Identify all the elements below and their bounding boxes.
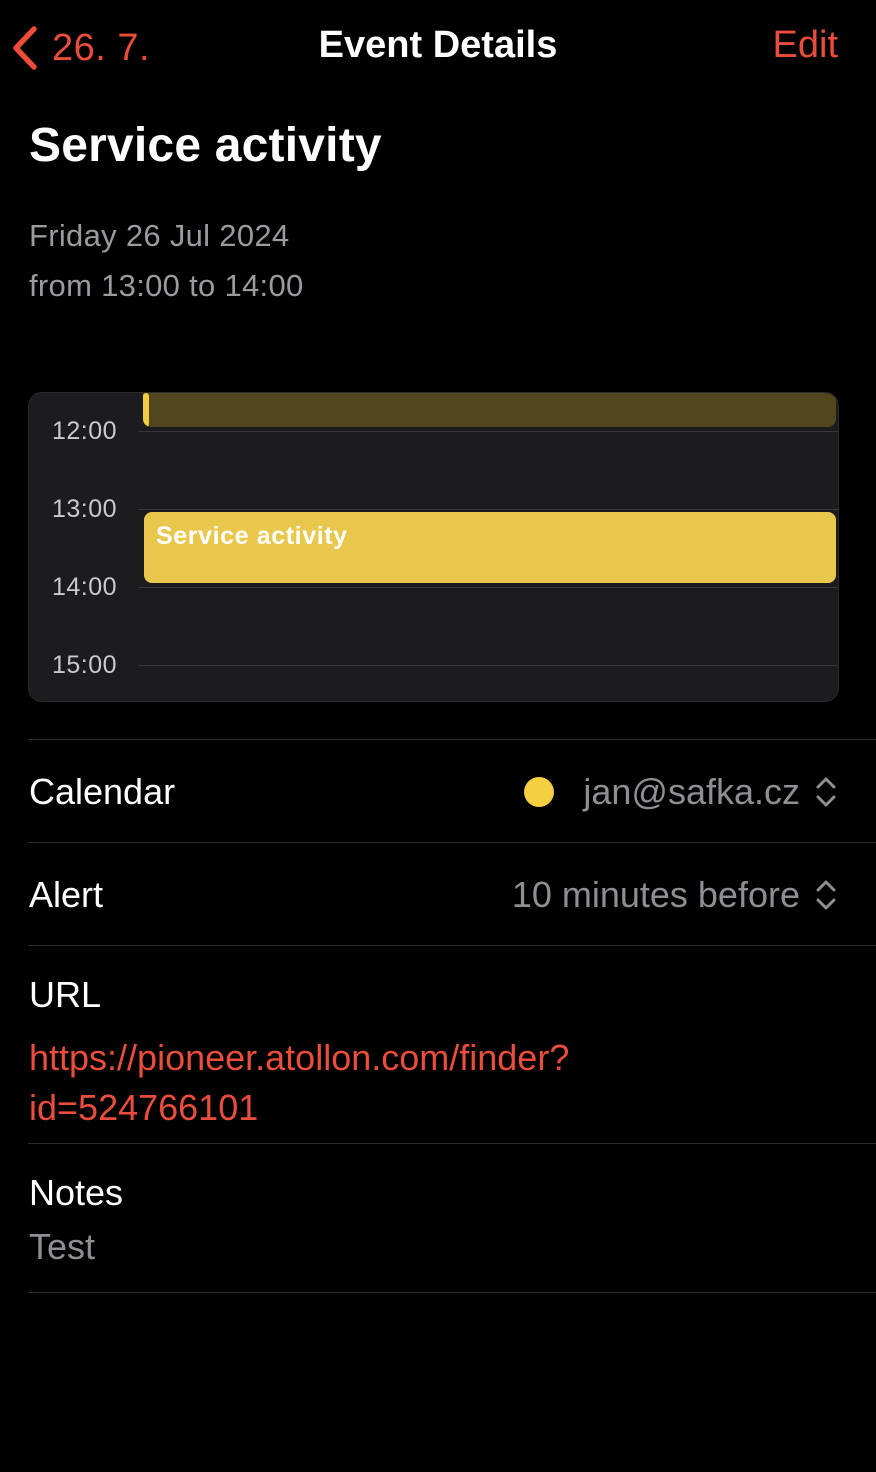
- hour-label: 15:00: [52, 651, 118, 679]
- event-color-stripe: [143, 393, 149, 427]
- hour-label: 12:00: [52, 417, 118, 445]
- url-link[interactable]: https://pioneer.atollon.com/finder?id=52…: [29, 1033, 669, 1133]
- calendar-label: Calendar: [29, 771, 176, 812]
- chevron-updown-icon[interactable]: [814, 775, 838, 809]
- event-date: Friday 26 Jul 2024: [29, 218, 290, 253]
- hour-label: 14:00: [52, 573, 118, 601]
- event-title: Service activity: [29, 119, 382, 172]
- divider: [28, 1143, 876, 1144]
- event-block-label: Service activity: [156, 522, 348, 550]
- alert-label: Alert: [29, 874, 104, 915]
- edit-button[interactable]: Edit: [773, 24, 838, 67]
- divider: [28, 1292, 876, 1293]
- notes-value: Test: [29, 1226, 96, 1267]
- day-timeline: 12:00 13:00 14:00 15:00 Service activity: [28, 392, 839, 702]
- previous-event-block[interactable]: [143, 393, 836, 427]
- url-label: URL: [29, 974, 102, 1015]
- hour-label: 13:00: [52, 495, 118, 523]
- hour-line: [139, 665, 838, 666]
- divider: [28, 842, 876, 843]
- page-title: Event Details: [318, 24, 558, 66]
- calendar-color-dot: [524, 777, 554, 807]
- event-block[interactable]: Service activity: [144, 512, 836, 583]
- notes-label: Notes: [29, 1172, 124, 1213]
- alert-value[interactable]: 10 minutes before: [512, 874, 800, 916]
- event-time: from 13:00 to 14:00: [29, 268, 304, 303]
- hour-line: [139, 587, 838, 588]
- chevron-updown-icon[interactable]: [814, 878, 838, 912]
- hour-line: [139, 431, 838, 432]
- navigation-bar: 26. 7. Event Details Edit: [0, 0, 876, 96]
- calendar-value[interactable]: jan@safka.cz: [583, 771, 800, 813]
- divider: [28, 945, 876, 946]
- hour-line: [139, 509, 838, 510]
- divider: [28, 739, 876, 740]
